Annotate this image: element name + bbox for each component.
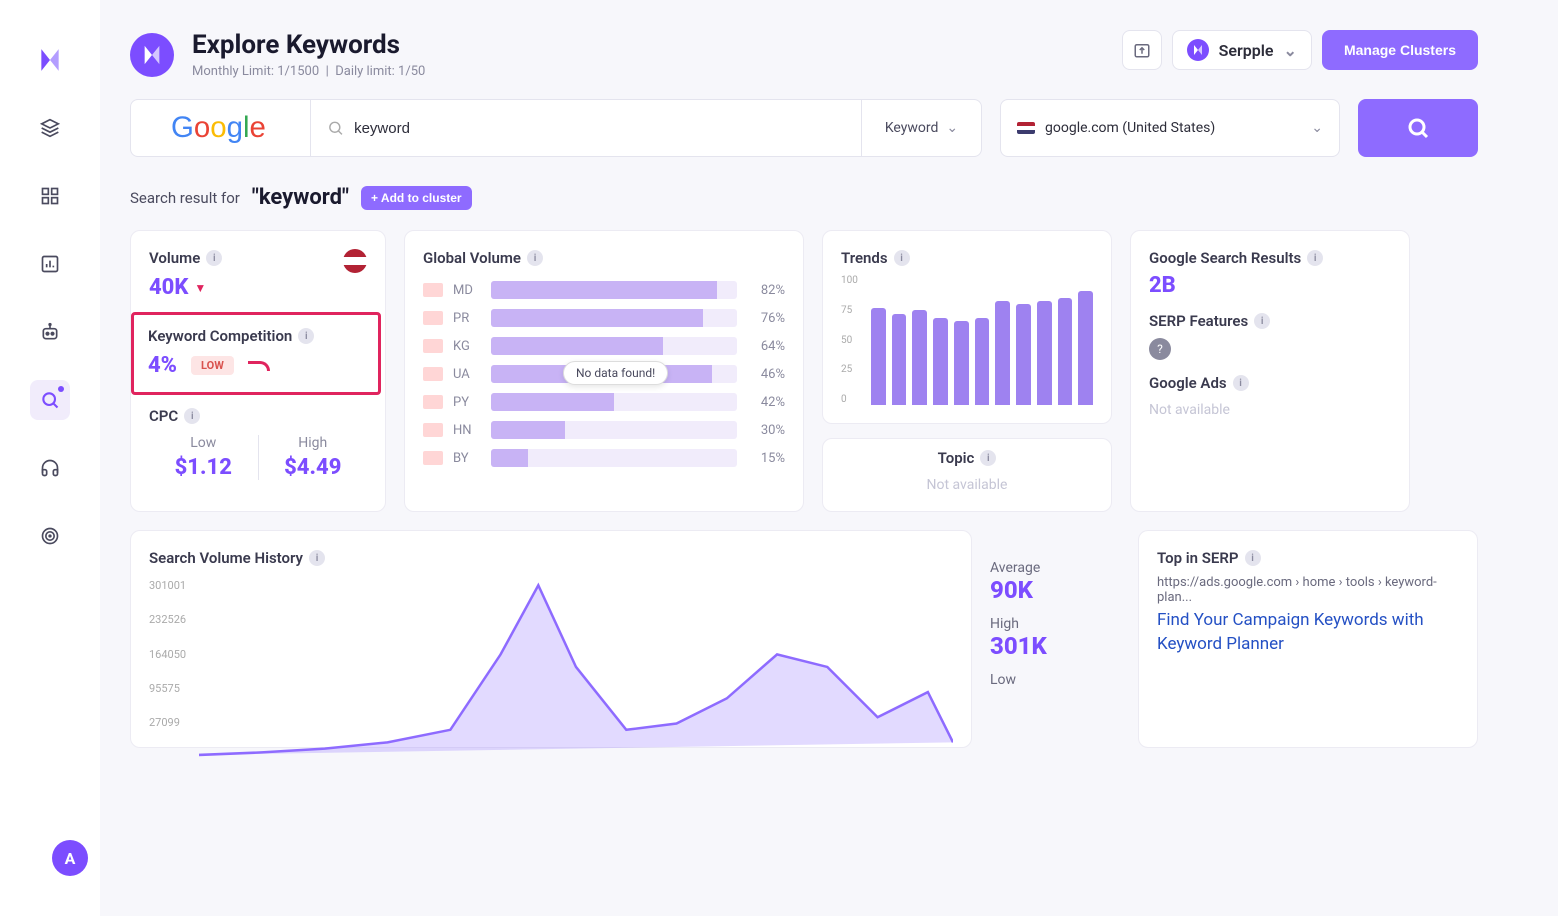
cpc-low-label: Low [149,435,258,451]
tooltip: No data found! [563,361,668,385]
global-volume-row: KG64% [423,337,785,355]
trend-bar [1016,304,1031,405]
serp-link[interactable]: Find Your Campaign Keywords with Keyword… [1157,609,1459,657]
gauge-icon [248,361,270,371]
headphones-icon[interactable] [30,448,70,488]
page-title: Explore Keywords [192,30,425,60]
info-icon: i [1307,250,1323,266]
google-logo: Google [131,100,311,156]
search-nav-icon[interactable] [30,380,70,420]
info-icon: i [894,250,910,266]
info-icon: i [1254,313,1270,329]
trend-bar [933,318,948,405]
info-icon: i [980,450,996,466]
serp-features-badge: ? [1149,338,1171,360]
result-keyword: "keyword" [252,185,349,210]
topic-value: Not available [841,477,1093,493]
manage-clusters-button[interactable]: Manage Clusters [1322,30,1478,70]
global-volume-row: PY42% [423,393,785,411]
cpc-high-value: $4.49 [259,455,368,480]
result-line: Search result for "keyword" + Add to clu… [130,185,1478,210]
trends-card: Trendsi 1007550250 [822,230,1112,424]
info-icon: i [184,408,200,424]
cpc-low-value: $1.12 [149,455,258,480]
info-icon: i [1233,375,1249,391]
avg-value: 90K [990,576,1120,604]
search-volume-history-card: Search Volume Historyi 30100123252616405… [130,530,972,748]
trend-bar [912,310,927,405]
svg-text:Google: Google [171,111,266,144]
global-volume-row: PR76% [423,309,785,327]
app-logo [130,33,174,77]
keyword-input[interactable] [354,120,845,137]
export-icon[interactable] [1122,30,1162,70]
keyword-competition-highlight: Keyword Competitioni 4% LOW [131,312,381,395]
us-flag-icon [343,249,367,273]
chart-icon[interactable] [30,244,70,284]
header: Explore Keywords Monthly Limit: 1/1500 |… [130,30,1478,79]
global-volume-row: MD82% [423,281,785,299]
volume-value: 40K▼ [149,275,367,300]
trend-bar [892,314,907,405]
search-icon [327,119,344,137]
layers-icon[interactable] [30,108,70,148]
chevron-down-icon: ⌄ [1284,41,1297,60]
grid-icon[interactable] [30,176,70,216]
main-content: Explore Keywords Monthly Limit: 1/1500 |… [100,0,1558,916]
trend-bar [995,301,1010,405]
info-icon: i [1245,550,1261,566]
trends-chart: 1007550250 [841,275,1093,405]
limits: Monthly Limit: 1/1500 | Daily limit: 1/5… [192,64,425,79]
chevron-down-icon: ⌄ [946,120,958,136]
result-prefix: Search result for [130,189,240,207]
logo-icon [30,40,70,80]
trend-bar [1037,301,1052,405]
add-to-cluster-button[interactable]: + Add to cluster [361,186,472,210]
history-chart [199,579,953,768]
competition-value: 4% [148,353,177,378]
info-icon: i [309,550,325,566]
search-button[interactable] [1358,99,1478,157]
trend-bar [1078,291,1093,405]
chevron-down-icon: ⌄ [1311,120,1323,136]
global-volume-card: Global Volumei MD82%PR76%KG64%UA46%No da… [404,230,804,512]
serp-breadcrumb: https://ads.google.com › home › tools › … [1157,575,1459,605]
cpc-high-label: High [259,435,368,451]
target-icon[interactable] [30,516,70,556]
info-icon: i [206,250,222,266]
avatar[interactable]: A [52,840,88,876]
search-box: Google Keyword⌄ [130,99,982,157]
trend-bar [871,308,886,406]
topic-card: Topici Not available [822,438,1112,512]
info-icon: i [527,250,543,266]
account-dropdown[interactable]: Serpple ⌄ [1172,30,1312,70]
high-value: 301K [990,632,1120,660]
global-volume-row: HN30% [423,421,785,439]
competition-badge: LOW [191,356,234,375]
info-icon: i [298,328,314,344]
top-serp-card: Top in SERPi https://ads.google.com › ho… [1138,530,1478,748]
google-ads-value: Not available [1149,402,1391,418]
global-volume-row: BY15% [423,449,785,467]
search-row: Google Keyword⌄ google.com (United State… [130,99,1478,157]
trend-down-icon: ▼ [194,281,206,295]
sidebar [0,0,100,916]
type-select[interactable]: Keyword⌄ [861,100,981,156]
trend-bar [975,318,990,405]
right-metrics-card: Google Search Resultsi 2B SERP Featuresi… [1130,230,1410,512]
bot-icon[interactable] [30,312,70,352]
history-stats: Average 90K High 301K Low [990,530,1120,748]
trend-bar [954,321,969,406]
global-volume-row: UA46%No data found! [423,365,785,383]
gsr-value: 2B [1149,273,1391,298]
volume-card: Volumei 40K▼ Keyword Competitioni 4% LOW… [130,230,386,512]
region-select[interactable]: google.com (United States) ⌄ [1000,99,1340,157]
trend-bar [1058,298,1073,405]
account-label: Serpple [1219,41,1274,60]
